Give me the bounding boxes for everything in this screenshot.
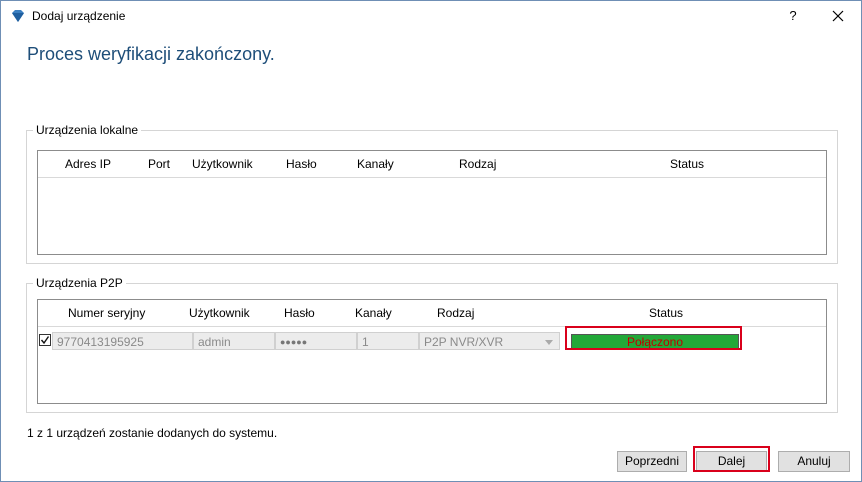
window-title: Dodaj urządzenie bbox=[32, 9, 126, 23]
title-bar: Dodaj urządzenie ? bbox=[1, 1, 861, 31]
type-select[interactable]: P2P NVR/XVR bbox=[419, 332, 560, 350]
col-user[interactable]: Użytkownik bbox=[189, 306, 250, 320]
password-field[interactable]: ●●●●● bbox=[275, 332, 357, 350]
col-serial[interactable]: Numer seryjny bbox=[68, 306, 145, 320]
col-ip[interactable]: Adres IP bbox=[65, 157, 111, 171]
p2p-table-header: Numer seryjny Użytkownik Hasło Kanały Ro… bbox=[38, 300, 826, 327]
previous-button[interactable]: Poprzedni bbox=[617, 451, 687, 472]
col-type[interactable]: Rodzaj bbox=[459, 157, 496, 171]
type-select-value: P2P NVR/XVR bbox=[424, 335, 504, 349]
col-password[interactable]: Hasło bbox=[284, 306, 315, 320]
channels-field[interactable]: 1 bbox=[357, 332, 419, 350]
local-devices-label: Urządzenia lokalne bbox=[33, 123, 142, 137]
summary-text: 1 z 1 urządzeń zostanie dodanych do syst… bbox=[27, 426, 278, 440]
close-button[interactable] bbox=[823, 4, 853, 28]
serial-field[interactable]: 9770413195925 bbox=[52, 332, 193, 350]
user-field[interactable]: admin bbox=[193, 332, 275, 350]
status-highlight bbox=[565, 326, 742, 350]
col-status[interactable]: Status bbox=[649, 306, 683, 320]
help-button[interactable]: ? bbox=[779, 4, 807, 28]
col-channels[interactable]: Kanały bbox=[357, 157, 394, 171]
device-checkbox[interactable] bbox=[39, 334, 51, 346]
col-password[interactable]: Hasło bbox=[286, 157, 317, 171]
cancel-button[interactable]: Anuluj bbox=[778, 451, 850, 472]
p2p-devices-table[interactable]: Numer seryjny Użytkownik Hasło Kanały Ro… bbox=[37, 299, 827, 404]
page-heading: Proces weryfikacji zakończony. bbox=[27, 44, 275, 64]
p2p-devices-label: Urządzenia P2P bbox=[33, 276, 126, 290]
chevron-down-icon bbox=[545, 340, 553, 345]
local-devices-table[interactable]: Adres IP Port Użytkownik Hasło Kanały Ro… bbox=[37, 150, 827, 255]
app-icon bbox=[11, 9, 25, 23]
close-icon bbox=[832, 10, 844, 22]
checkmark-icon bbox=[40, 336, 50, 345]
add-device-dialog: Dodaj urządzenie ? Proces weryfikacji za… bbox=[0, 0, 862, 482]
col-channels[interactable]: Kanały bbox=[355, 306, 392, 320]
local-devices-group: Urządzenia lokalne Adres IP Port Użytkow… bbox=[26, 123, 838, 264]
col-type[interactable]: Rodzaj bbox=[437, 306, 474, 320]
col-port[interactable]: Port bbox=[148, 157, 170, 171]
local-table-header: Adres IP Port Użytkownik Hasło Kanały Ro… bbox=[38, 151, 826, 178]
col-status[interactable]: Status bbox=[670, 157, 704, 171]
col-user[interactable]: Użytkownik bbox=[192, 157, 253, 171]
next-button-highlight bbox=[693, 446, 770, 472]
